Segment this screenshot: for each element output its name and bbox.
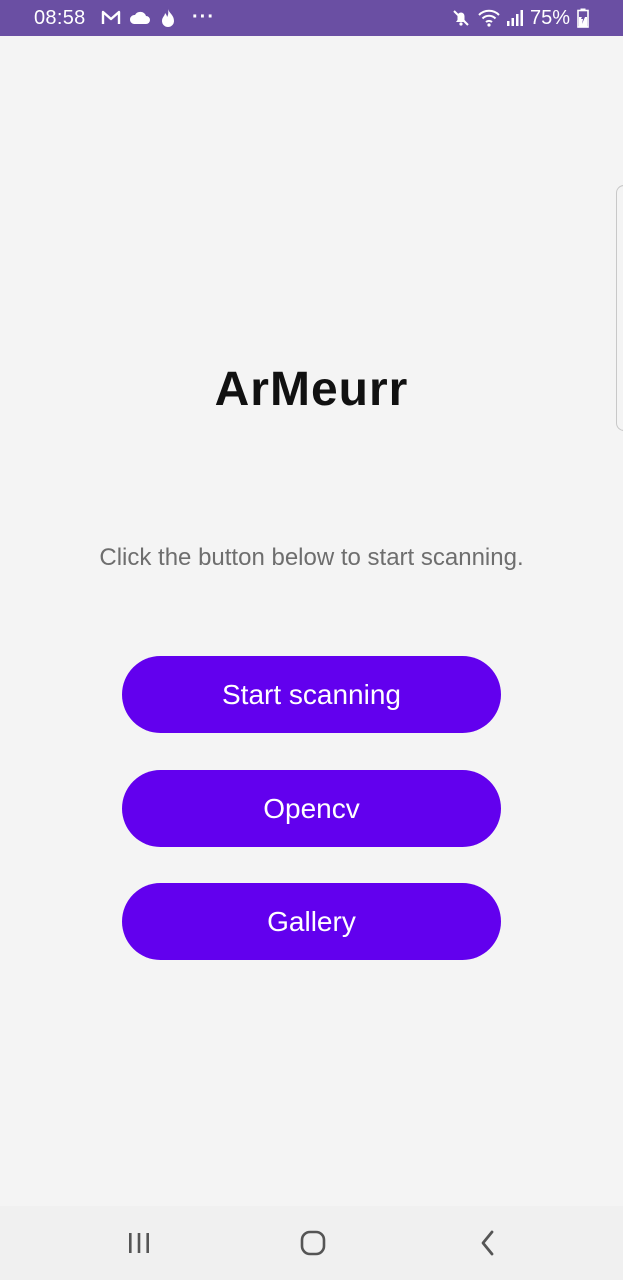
back-icon[interactable]: [468, 1226, 508, 1260]
gmail-icon: [100, 7, 122, 29]
app-screen: 08:58 ··· 75% ArMeurr Click the button b…: [0, 0, 623, 1280]
status-time: 08:58: [34, 7, 86, 29]
signal-icon: [505, 7, 525, 29]
battery-charging-icon: [576, 7, 590, 29]
more-notifications-icon: ···: [192, 6, 215, 28]
wifi-icon: [476, 7, 502, 29]
app-title: ArMeurr: [214, 363, 409, 416]
mute-icon: [450, 7, 472, 29]
recent-apps-icon[interactable]: [119, 1226, 159, 1260]
status-bar: 08:58 ··· 75%: [0, 0, 623, 36]
flame-icon: [157, 7, 179, 29]
start-scanning-button[interactable]: Start scanning: [122, 656, 501, 733]
battery-percent: 75%: [530, 7, 571, 29]
gallery-button[interactable]: Gallery: [122, 883, 501, 960]
cloud-icon: [128, 7, 152, 29]
home-icon[interactable]: [293, 1226, 333, 1260]
instruction-text: Click the button below to start scanning…: [99, 544, 524, 571]
opencv-button[interactable]: Opencv: [122, 770, 501, 847]
navigation-bar: [0, 1206, 623, 1280]
